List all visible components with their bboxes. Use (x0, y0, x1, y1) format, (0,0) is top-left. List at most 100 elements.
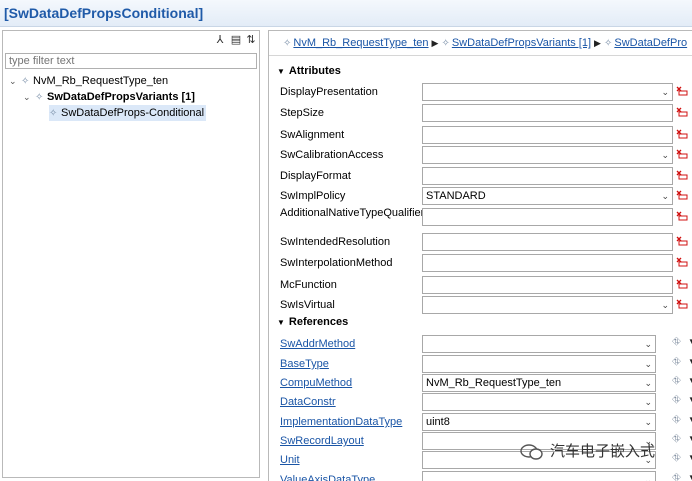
tree-item-label: SwDataDefPropsVariants [1] (47, 91, 195, 103)
element-icon: ✧ (283, 38, 292, 49)
delete-icon[interactable] (676, 148, 688, 160)
element-icon: ✧ (603, 38, 613, 49)
reference-row: SwAddrMethod ⌄ ⛗ ▼ (280, 335, 692, 355)
collapse-icon[interactable]: ⅄ (213, 33, 227, 47)
delete-icon[interactable] (676, 189, 688, 201)
field-value: STANDARD (426, 190, 486, 202)
attribute-label: SwIsVirtual (280, 299, 335, 311)
editor-title: [SwDataDefPropsConditional] (4, 5, 204, 21)
chevron-right-icon: ▶ (594, 38, 601, 48)
tree-item-variants[interactable]: ⌄ ✧ SwDataDefPropsVariants [1] (23, 89, 195, 105)
reference-combo[interactable]: ⌄ (422, 335, 656, 353)
chevron-down-icon[interactable]: ⌄ (644, 375, 652, 391)
chevron-down-icon[interactable]: ⌄ (644, 336, 652, 352)
attribute-row: SwInterpolationMethod (280, 254, 692, 274)
dropdown-arrow-icon[interactable]: ▼ (688, 376, 692, 385)
attribute-row: DisplayFormat (280, 167, 692, 187)
sort-icon[interactable]: ⇅ (244, 33, 258, 47)
chevron-down-icon[interactable]: ⌄ (661, 188, 669, 204)
tree-item-record[interactable]: ⌄ ✧ NvM_Rb_RequestType_ten (9, 73, 168, 89)
dropdown-arrow-icon[interactable]: ▼ (688, 395, 692, 404)
reference-row: BaseType ⌄ ⛗ ▼ (280, 355, 692, 375)
reference-row: CompuMethod NvM_Rb_RequestType_ten ⌄ ⛗ ▼ (280, 374, 692, 394)
dropdown-arrow-icon[interactable]: ▼ (688, 415, 692, 424)
delete-icon[interactable] (676, 169, 688, 181)
delete-icon[interactable] (676, 210, 688, 222)
dropdown-arrow-icon[interactable]: ▼ (688, 473, 692, 481)
reference-combo[interactable]: ⌄ (422, 393, 656, 411)
attribute-row: McFunction (280, 276, 692, 296)
attribute-field[interactable] (422, 233, 673, 251)
breadcrumb-link[interactable]: SwDataDefPropsVariants [1] (452, 37, 591, 49)
chevron-down-icon[interactable]: ⌄ (644, 356, 652, 372)
attribute-field[interactable] (422, 104, 673, 122)
delete-icon[interactable] (676, 298, 688, 310)
reference-link[interactable]: CompuMethod (280, 377, 352, 389)
dropdown-arrow-icon[interactable]: ▼ (688, 357, 692, 366)
attribute-combo[interactable]: ⌄ (422, 296, 673, 314)
field-value: uint8 (426, 416, 450, 428)
reference-row: ImplementationDataType uint8 ⌄ ⛗ ▼ (280, 413, 692, 433)
attribute-combo[interactable]: ⌄ (422, 146, 673, 164)
chevron-down-icon[interactable]: ▼ (277, 67, 285, 76)
chevron-down-icon[interactable]: ⌄ (644, 394, 652, 410)
reference-icon[interactable]: ⛗ (672, 336, 681, 349)
reference-combo[interactable]: ⌄ (422, 471, 656, 481)
reference-row: ValueAxisDataType ⌄ ⛗ ▼ (280, 471, 692, 481)
attribute-field[interactable] (422, 276, 673, 294)
reference-link[interactable]: ImplementationDataType (280, 416, 402, 428)
filter-input[interactable] (5, 53, 257, 69)
delete-icon[interactable] (676, 128, 688, 140)
reference-icon[interactable]: ⛗ (672, 375, 681, 388)
chevron-down-icon[interactable]: ⌄ (661, 84, 669, 100)
reference-icon[interactable]: ⛗ (672, 394, 681, 407)
delete-icon[interactable] (676, 278, 688, 290)
reference-combo[interactable]: NvM_Rb_RequestType_ten ⌄ (422, 374, 656, 392)
chevron-down-icon[interactable]: ⌄ (644, 472, 652, 481)
reference-link[interactable]: SwRecordLayout (280, 435, 364, 447)
breadcrumb-link[interactable]: NvM_Rb_RequestType_ten (293, 37, 428, 49)
delete-icon[interactable] (676, 106, 688, 118)
tree-item-label: NvM_Rb_RequestType_ten (33, 75, 169, 87)
delete-icon[interactable] (676, 235, 688, 247)
breadcrumb-link[interactable]: SwDataDefPro (614, 37, 687, 49)
attribute-field[interactable] (422, 126, 673, 144)
tree-item-label: SwDataDefProps-Conditional (61, 107, 205, 119)
reference-icon[interactable]: ⛗ (672, 472, 681, 481)
chevron-down-icon[interactable]: ⌄ (23, 89, 35, 105)
reference-combo[interactable]: ⌄ (422, 355, 656, 373)
attribute-row: SwIntendedResolution (280, 233, 692, 253)
attributes-section-header[interactable]: ▼ Attributes (277, 65, 341, 77)
reference-link[interactable]: SwAddrMethod (280, 338, 355, 350)
attribute-label: DisplayPresentation (280, 86, 378, 98)
reference-icon[interactable]: ⛗ (672, 356, 681, 369)
attribute-label: SwAlignment (280, 129, 345, 141)
reference-link[interactable]: DataConstr (280, 396, 336, 408)
reference-link[interactable]: BaseType (280, 358, 329, 370)
chevron-down-icon[interactable]: ⌄ (644, 414, 652, 430)
document-icon[interactable]: ▤ (229, 33, 243, 47)
reference-icon[interactable]: ⛗ (672, 414, 681, 427)
attribute-combo[interactable]: STANDARD ⌄ (422, 187, 673, 205)
attribute-combo[interactable]: ⌄ (422, 83, 673, 101)
tree-item-conditional[interactable]: ✧ SwDataDefProps-Conditional (49, 105, 207, 121)
attribute-label: StepSize (280, 107, 325, 119)
reference-combo[interactable]: uint8 ⌄ (422, 413, 656, 431)
attribute-field[interactable] (422, 167, 673, 185)
dropdown-arrow-icon[interactable]: ▼ (688, 337, 692, 346)
attribute-field[interactable] (422, 254, 673, 272)
chevron-down-icon[interactable]: ⌄ (9, 73, 21, 89)
field-value: NvM_Rb_RequestType_ten (426, 377, 562, 389)
reference-link[interactable]: Unit (280, 454, 300, 466)
attribute-field[interactable] (422, 208, 673, 226)
wechat-logo (520, 444, 543, 460)
chevron-down-icon[interactable]: ⌄ (661, 147, 669, 163)
delete-icon[interactable] (676, 85, 688, 97)
chevron-down-icon[interactable]: ⌄ (661, 297, 669, 313)
references-section-header[interactable]: ▼ References (277, 316, 348, 328)
chevron-down-icon[interactable]: ▼ (277, 318, 285, 327)
delete-icon[interactable] (676, 256, 688, 268)
attribute-row: SwIsVirtual ⌄ (280, 296, 692, 316)
attribute-row: SwCalibrationAccess ⌄ (280, 146, 692, 166)
reference-link[interactable]: ValueAxisDataType (280, 474, 375, 481)
